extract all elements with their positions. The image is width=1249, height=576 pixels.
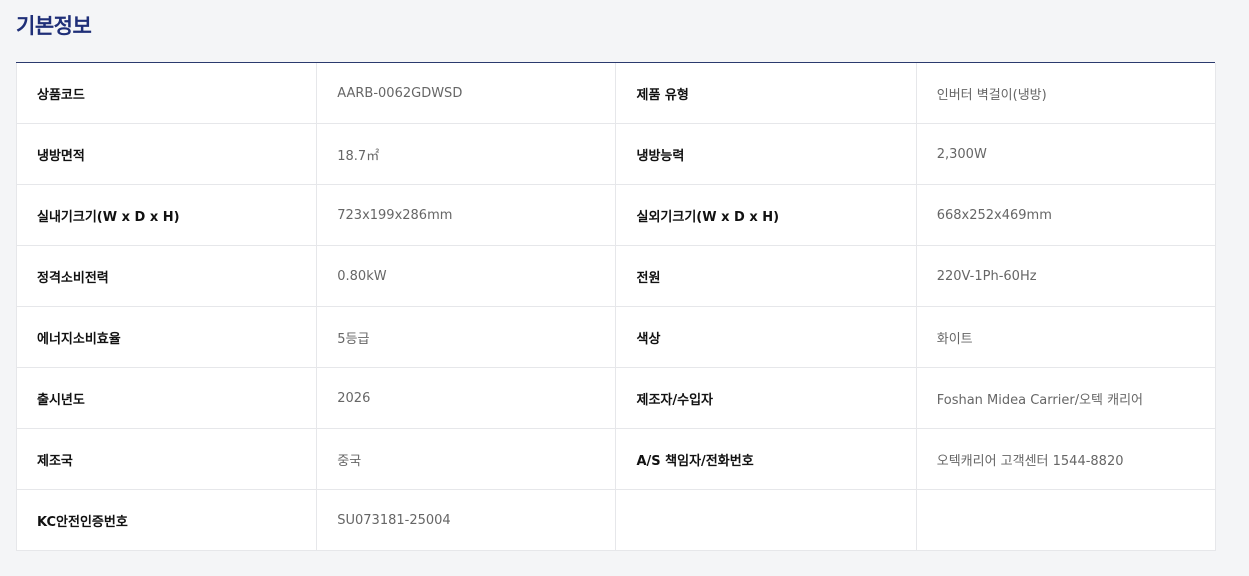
spec-label: 정격소비전력 xyxy=(15,245,318,307)
spec-value: 오텍캐리어 고객센터 1544-8820 xyxy=(915,428,1217,490)
spec-table: 상품코드 AARB-0062GDWSD 제품 유형 인버터 벽걸이(냉방) 냉방… xyxy=(15,63,1217,551)
spec-value: Foshan Midea Carrier/오텍 캐리어 xyxy=(915,367,1217,429)
empty-cell xyxy=(615,489,917,551)
spec-label: 상품코드 xyxy=(15,63,318,124)
spec-label: 색상 xyxy=(615,306,917,368)
spec-label: 에너지소비효율 xyxy=(15,306,318,368)
spec-value: 220V-1Ph-60Hz xyxy=(915,245,1217,307)
spec-label: 출시년도 xyxy=(15,367,318,429)
table-row: 제조국 중국 A/S 책임자/전화번호 오텍캐리어 고객센터 1544-8820 xyxy=(15,428,1217,490)
spec-label: 제조국 xyxy=(15,428,318,490)
table-row: 상품코드 AARB-0062GDWSD 제품 유형 인버터 벽걸이(냉방) xyxy=(15,63,1217,124)
spec-value: SU073181-25004 xyxy=(316,489,617,551)
spec-value: 2,300W xyxy=(915,123,1217,185)
spec-label: 냉방능력 xyxy=(615,123,917,185)
table-row: 에너지소비효율 5등급 색상 화이트 xyxy=(15,306,1217,368)
table-row: 실내기크기(W x D x H) 723x199x286mm 실외기크기(W x… xyxy=(15,184,1217,246)
spec-label: A/S 책임자/전화번호 xyxy=(615,428,917,490)
spec-value: 0.80kW xyxy=(316,245,617,307)
table-row: 출시년도 2026 제조자/수입자 Foshan Midea Carrier/오… xyxy=(15,367,1217,429)
section-title: 기본정보 xyxy=(16,14,92,38)
spec-value: 18.7㎡ xyxy=(316,123,617,185)
spec-value: AARB-0062GDWSD xyxy=(316,63,617,124)
spec-label: 실외기크기(W x D x H) xyxy=(615,184,917,246)
spec-value: 화이트 xyxy=(915,306,1217,368)
spec-value: 중국 xyxy=(316,428,617,490)
spec-value: 723x199x286mm xyxy=(316,184,617,246)
spec-label: 전원 xyxy=(615,245,917,307)
spec-label: 제조자/수입자 xyxy=(615,367,917,429)
spec-label: KC안전인증번호 xyxy=(15,489,318,551)
table-row: 냉방면적 18.7㎡ 냉방능력 2,300W xyxy=(15,123,1217,185)
spec-label: 냉방면적 xyxy=(15,123,318,185)
spec-label: 실내기크기(W x D x H) xyxy=(15,184,318,246)
table-row: KC안전인증번호 SU073181-25004 xyxy=(15,489,1217,551)
spec-label: 제품 유형 xyxy=(615,63,917,124)
spec-value: 668x252x469mm xyxy=(915,184,1217,246)
spec-value: 5등급 xyxy=(316,306,617,368)
empty-cell xyxy=(915,489,1217,551)
table-row: 정격소비전력 0.80kW 전원 220V-1Ph-60Hz xyxy=(15,245,1217,307)
spec-value: 인버터 벽걸이(냉방) xyxy=(915,63,1217,124)
spec-value: 2026 xyxy=(316,367,617,429)
